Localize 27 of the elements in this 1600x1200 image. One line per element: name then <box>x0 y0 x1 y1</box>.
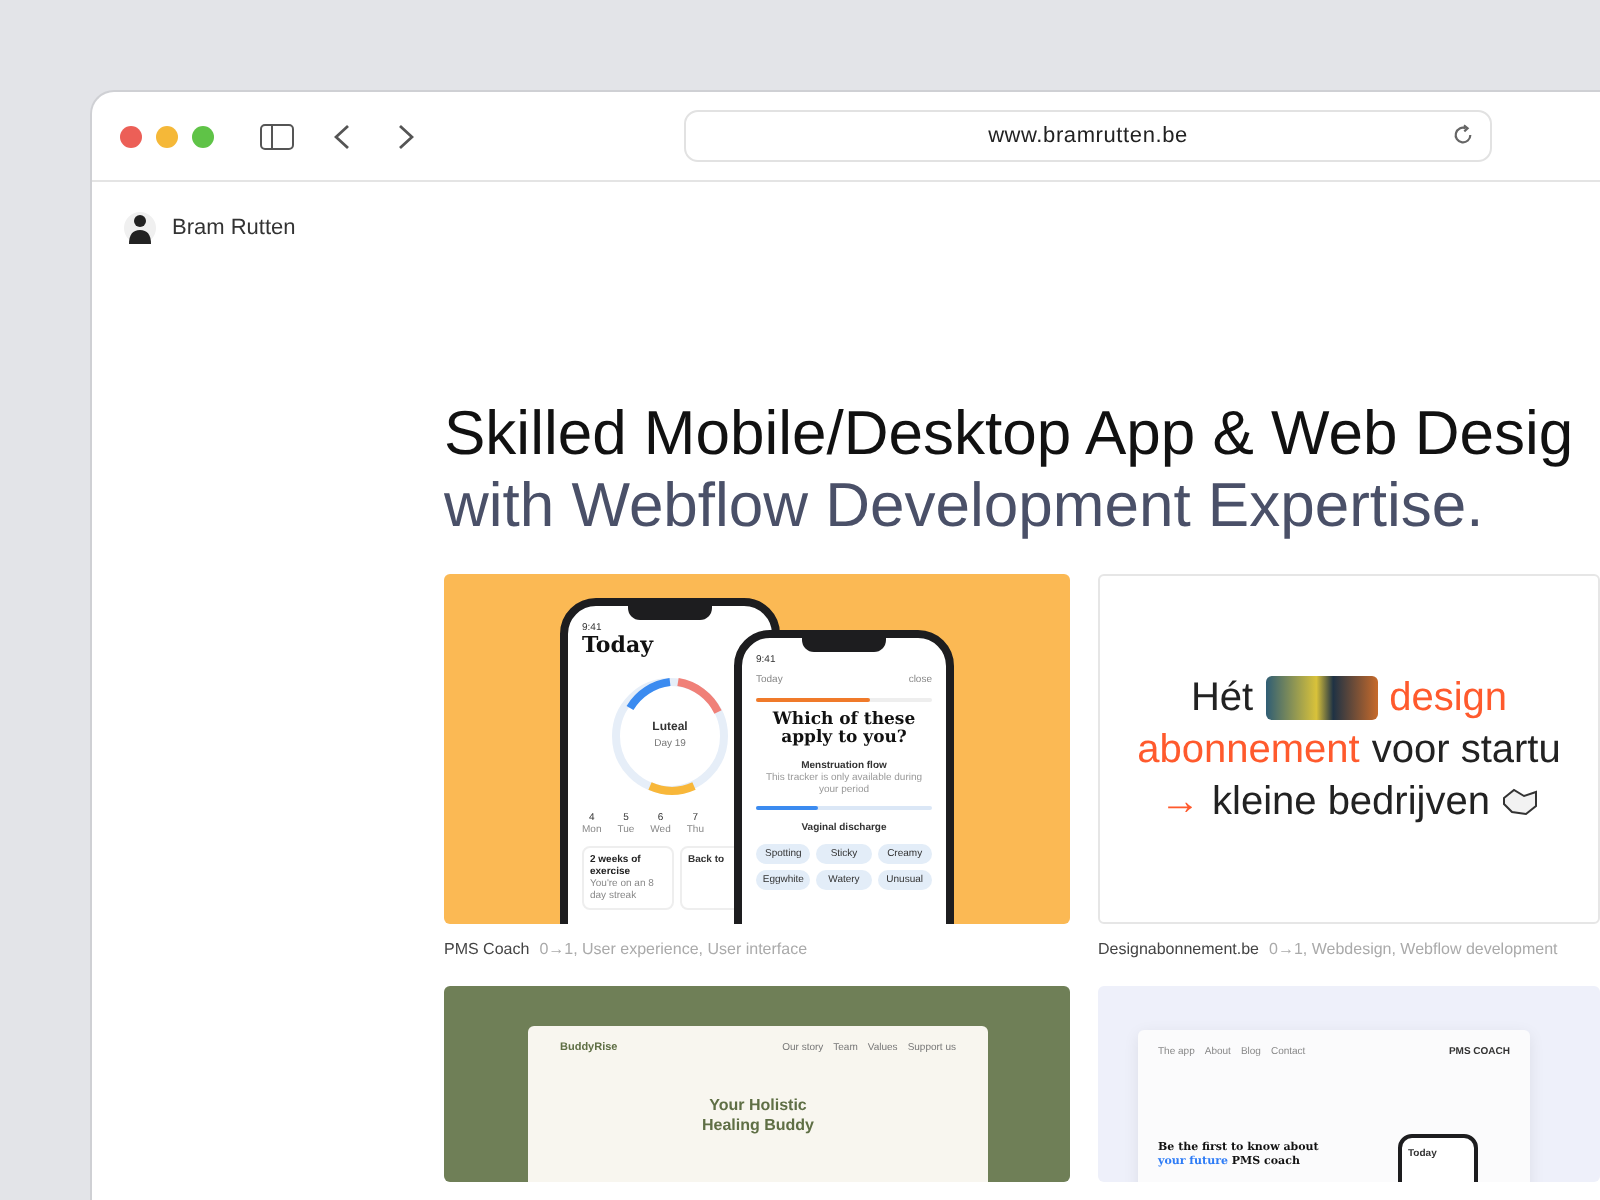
headline-text: Hét <box>1190 673 1254 721</box>
hero-heading: Healing Buddy <box>699 1115 816 1136</box>
forward-icon[interactable] <box>398 123 414 149</box>
project-title[interactable]: Designabonnement.be <box>1098 940 1260 958</box>
phone-notch <box>628 604 712 620</box>
phone-notch <box>802 636 886 652</box>
headline-text: abonnement <box>1137 725 1360 773</box>
project-tags: 0→1, User experience, User interface <box>539 940 808 958</box>
photo-placeholder <box>1265 675 1378 719</box>
avatar <box>124 210 156 246</box>
sidebar-icon[interactable] <box>260 123 294 149</box>
hero-heading: Skilled Mobile/Desktop App & Web Desig <box>444 398 1576 470</box>
headline-text: kleine bedrijven <box>1212 777 1490 825</box>
back-icon[interactable] <box>334 123 350 149</box>
project-title[interactable]: PMS Coach <box>444 940 530 958</box>
project-tags: 0→1, Webdesign, Webflow development <box>1269 940 1558 958</box>
close-control[interactable] <box>120 125 142 147</box>
headline-text: → <box>1160 777 1200 825</box>
headline-text: design <box>1389 673 1508 721</box>
author-name[interactable]: Bram Rutten <box>172 216 296 240</box>
screen-title: Today <box>582 634 656 660</box>
reload-icon[interactable] <box>1452 124 1474 146</box>
hero-heading: Your Holistic <box>707 1095 809 1116</box>
question-heading: Which of these apply to you? <box>770 711 918 751</box>
headline-text: voor startu <box>1371 725 1561 773</box>
address-bar[interactable]: www.bramrutten.be <box>684 110 1492 162</box>
hero-subheading: with Webflow Development Expertise. <box>444 470 1486 542</box>
